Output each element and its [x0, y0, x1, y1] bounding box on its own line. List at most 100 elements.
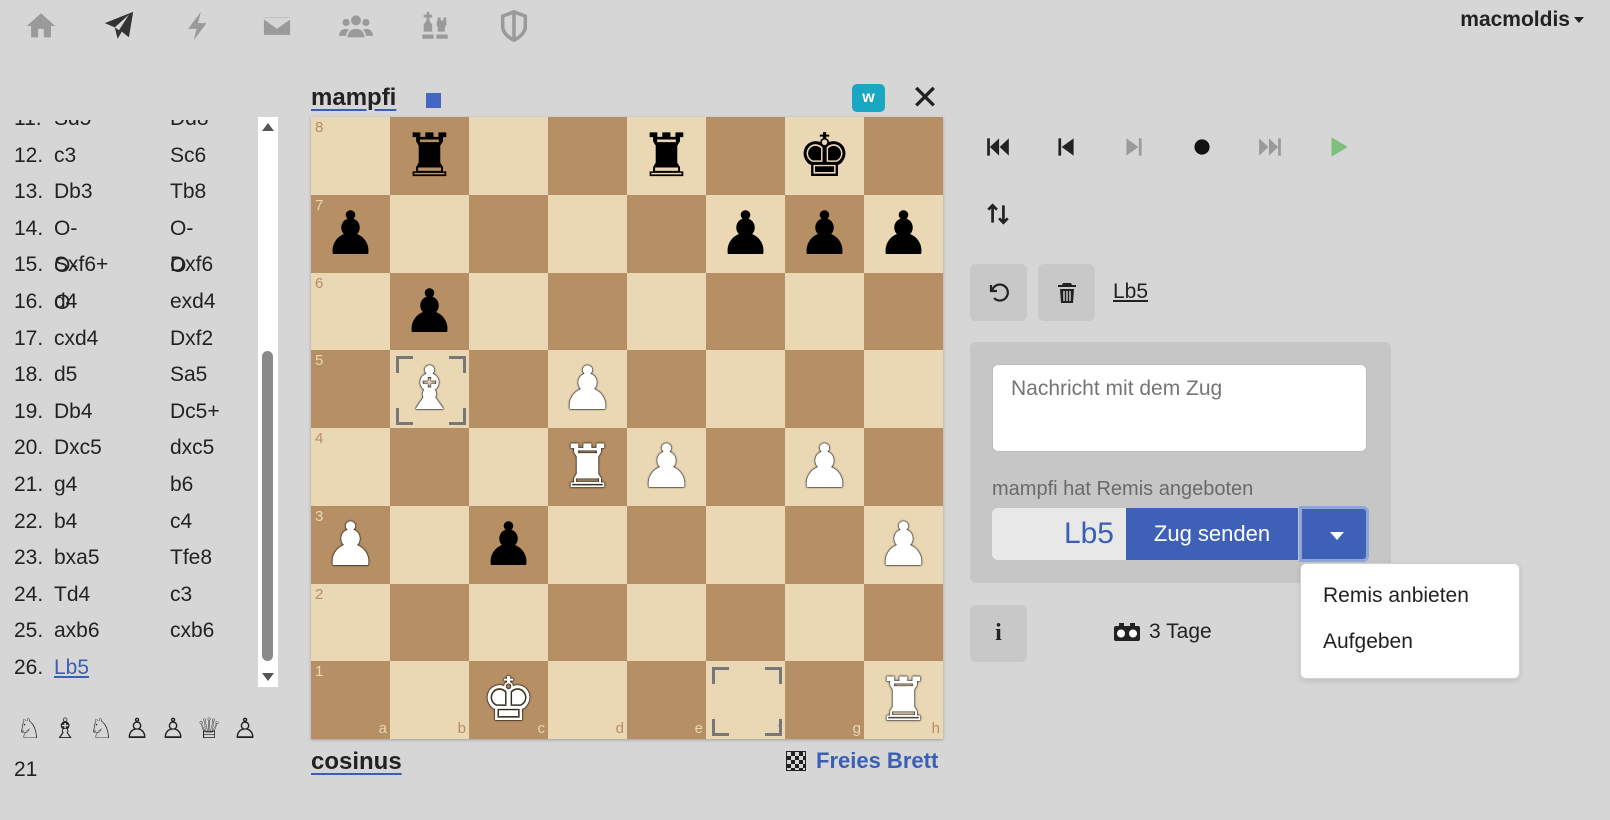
square-f3[interactable]: [706, 505, 785, 584]
envelope-icon[interactable]: [257, 6, 297, 46]
square-f5[interactable]: [706, 350, 785, 428]
move-black[interactable]: dxc5: [170, 429, 214, 466]
piece-g7[interactable]: ♟: [785, 195, 864, 273]
piece-b5[interactable]: ♝: [390, 350, 469, 428]
move-black[interactable]: Sa5: [170, 356, 207, 393]
square-b1[interactable]: b: [390, 661, 469, 739]
move-white[interactable]: d4: [54, 283, 77, 320]
scroll-up-icon[interactable]: [262, 123, 274, 131]
move-white[interactable]: g4: [54, 466, 77, 503]
piece-e8[interactable]: ♜: [627, 117, 706, 195]
square-e5[interactable]: [627, 350, 706, 428]
send-options-dropdown-button[interactable]: [1299, 506, 1369, 562]
square-a4[interactable]: 4: [311, 428, 390, 506]
piece-g4[interactable]: ♟: [785, 428, 864, 506]
piece-h3[interactable]: ♟: [864, 506, 943, 584]
piece-a3[interactable]: ♟: [311, 506, 390, 584]
square-f2[interactable]: [706, 583, 785, 662]
bolt-icon[interactable]: [178, 6, 218, 46]
square-h4[interactable]: [864, 428, 943, 506]
move-black[interactable]: exd4: [170, 283, 216, 320]
move-white[interactable]: Lb5: [54, 649, 89, 686]
square-g2[interactable]: [785, 583, 864, 662]
move-white[interactable]: d5: [54, 356, 77, 393]
flip-board-button[interactable]: [978, 194, 1018, 234]
move-black[interactable]: Dxf6: [170, 246, 213, 283]
piece-b6[interactable]: ♟: [390, 273, 469, 351]
square-d2[interactable]: [548, 583, 627, 662]
square-e2[interactable]: [627, 583, 706, 662]
piece-f7[interactable]: ♟: [706, 195, 785, 273]
pending-move-link[interactable]: Lb5: [1113, 280, 1148, 304]
square-c5[interactable]: [469, 350, 548, 428]
square-a8[interactable]: 8: [311, 117, 390, 195]
move-black[interactable]: c3: [170, 576, 192, 613]
move-white[interactable]: Td4: [54, 576, 90, 613]
move-white[interactable]: c3: [54, 137, 76, 174]
user-menu[interactable]: macmoldis: [1460, 8, 1584, 32]
move-list-scrollbar[interactable]: [258, 117, 278, 687]
square-d3[interactable]: [548, 505, 627, 584]
shield-icon[interactable]: [494, 6, 534, 46]
chess-pieces-icon[interactable]: [415, 6, 455, 46]
move-black[interactable]: cxb6: [170, 612, 214, 649]
square-h6[interactable]: [864, 272, 943, 351]
info-button[interactable]: i: [970, 605, 1027, 662]
move-black[interactable]: b6: [170, 466, 193, 503]
move-black[interactable]: Sc6: [170, 137, 206, 174]
square-g5[interactable]: [785, 350, 864, 428]
square-c6[interactable]: [469, 272, 548, 351]
piece-c1[interactable]: ♚: [469, 661, 548, 739]
square-c4[interactable]: [469, 428, 548, 506]
square-b3[interactable]: [390, 505, 469, 584]
next-move-button[interactable]: [1114, 127, 1154, 167]
previous-move-button[interactable]: [1046, 127, 1086, 167]
square-c8[interactable]: [469, 117, 548, 195]
square-b4[interactable]: [390, 428, 469, 506]
move-black[interactable]: Dc5+: [170, 393, 220, 430]
move-black[interactable]: Tfe8: [170, 539, 212, 576]
last-move-button[interactable]: [1250, 127, 1290, 167]
menu-item-resign[interactable]: Aufgeben: [1323, 630, 1413, 654]
square-a1[interactable]: 1a: [311, 661, 390, 739]
square-d6[interactable]: [548, 272, 627, 351]
square-a5[interactable]: 5: [311, 350, 390, 428]
send-move-button[interactable]: Zug senden: [1126, 508, 1298, 560]
square-h8[interactable]: [864, 117, 943, 195]
square-c7[interactable]: [469, 194, 548, 273]
users-icon[interactable]: [336, 6, 376, 46]
move-black[interactable]: Dd8: [170, 120, 209, 137]
free-board-link[interactable]: Freies Brett: [786, 748, 938, 774]
square-d1[interactable]: d: [548, 661, 627, 739]
square-c2[interactable]: [469, 583, 548, 662]
square-e1[interactable]: e: [627, 661, 706, 739]
scroll-down-icon[interactable]: [262, 673, 274, 681]
player-bottom-name[interactable]: cosinus: [311, 748, 402, 776]
square-a6[interactable]: 6: [311, 272, 390, 351]
square-g1[interactable]: g: [785, 661, 864, 739]
square-g3[interactable]: [785, 505, 864, 584]
piece-a7[interactable]: ♟: [311, 195, 390, 273]
scroll-thumb[interactable]: [262, 351, 273, 661]
player-top-name[interactable]: mampfi: [311, 84, 396, 112]
piece-e4[interactable]: ♟: [627, 428, 706, 506]
move-black[interactable]: Dxf2: [170, 320, 213, 357]
square-d7[interactable]: [548, 194, 627, 273]
message-input[interactable]: [992, 364, 1367, 452]
piece-c3[interactable]: ♟: [469, 506, 548, 584]
square-e3[interactable]: [627, 505, 706, 584]
square-a2[interactable]: 2: [311, 583, 390, 662]
chess-board[interactable]: 8 7 6 5 4 3 2 1 a b c d e f g h ♜ ♜ ♚ ♟ ♟ ♟ ♟ ♟ ♝ ♟ ♜ ♟ ♟ ♟ ♟ ♟ ♚ ♜: [311, 117, 943, 739]
square-b7[interactable]: [390, 194, 469, 273]
delete-button[interactable]: [1038, 264, 1095, 321]
menu-item-offer-draw[interactable]: Remis anbieten: [1323, 584, 1469, 608]
home-icon[interactable]: [21, 6, 61, 46]
move-white[interactable]: Dxc5: [54, 429, 102, 466]
square-e7[interactable]: [627, 194, 706, 273]
move-white[interactable]: Db3: [54, 173, 93, 210]
move-black[interactable]: c4: [170, 503, 192, 540]
move-white[interactable]: Sxf6+: [54, 246, 108, 283]
piece-h1[interactable]: ♜: [864, 661, 943, 739]
square-f8[interactable]: [706, 117, 785, 195]
square-f6[interactable]: [706, 272, 785, 351]
